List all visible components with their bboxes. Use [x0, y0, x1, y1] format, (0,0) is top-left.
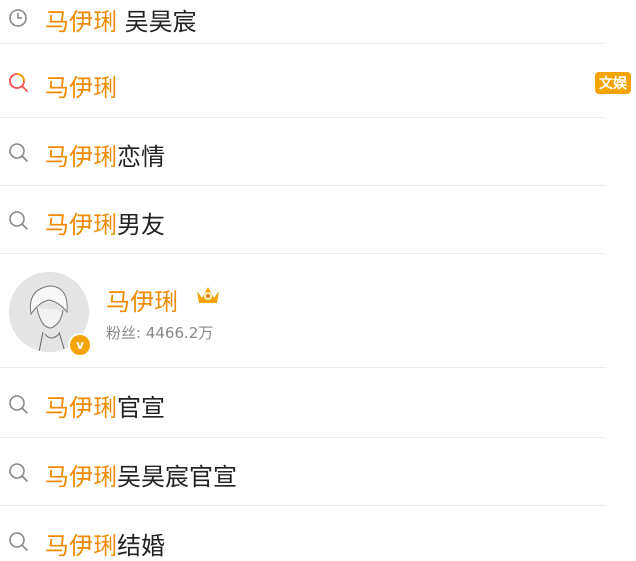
follower-count: 粉丝: 4466.2万	[106, 324, 214, 342]
query-highlight: 马伊琍	[45, 394, 117, 422]
category-badge: 文娱	[595, 72, 631, 94]
suggestion-text: 马伊琍 吴昊宸	[45, 2, 197, 37]
user-name[interactable]: 马伊琍	[106, 282, 178, 317]
suggestion-text: 马伊琍结婚	[45, 526, 165, 561]
suggestion-rest: 官宣	[117, 394, 165, 422]
suggestion-row-history[interactable]: 马伊琍 吴昊宸	[0, 0, 606, 44]
suggestion-rest: 吴昊宸	[117, 8, 197, 36]
query-highlight: 马伊琍	[45, 74, 117, 102]
vip-crown-icon	[197, 287, 219, 303]
search-icon	[9, 211, 28, 230]
suggestion-row[interactable]: 马伊琍官宣	[0, 368, 606, 438]
suggestion-rest: 吴昊宸官宣	[117, 463, 237, 491]
suggestion-text: 马伊琍男友	[45, 205, 165, 240]
history-clock-icon	[9, 9, 27, 27]
suggestion-row[interactable]: 马伊琍恋情	[0, 118, 606, 186]
suggestion-row[interactable]: 马伊琍男友	[0, 186, 606, 254]
suggestion-row[interactable]: 马伊琍吴昊宸官宣	[0, 438, 606, 506]
query-highlight: 马伊琍	[45, 463, 117, 491]
suggestion-rest: 男友	[117, 211, 165, 239]
search-icon	[9, 143, 28, 162]
suggestion-row-hot[interactable]: 马伊琍	[0, 44, 606, 118]
suggestion-text: 马伊琍恋情	[45, 137, 165, 172]
search-icon	[9, 532, 28, 551]
search-icon	[9, 463, 28, 482]
suggestion-row[interactable]: 马伊琍结婚	[0, 506, 606, 561]
query-highlight: 马伊琍	[45, 8, 117, 36]
search-icon	[9, 395, 28, 414]
suggestion-text: 马伊琍吴昊宸官宣	[45, 457, 237, 492]
suggestion-rest: 恋情	[117, 143, 165, 171]
query-highlight: 马伊琍	[45, 532, 117, 560]
verified-badge: v	[68, 333, 92, 357]
hot-search-icon	[9, 73, 28, 92]
search-suggestion-list: 马伊琍 吴昊宸 马伊琍 文娱 马伊琍恋情 马伊琍男友 v 马伊琍 粉丝: 446…	[0, 0, 636, 561]
divider	[0, 253, 606, 254]
suggestion-rest: 结婚	[117, 532, 165, 560]
suggestion-text: 马伊琍	[45, 68, 117, 103]
query-highlight: 马伊琍	[45, 211, 117, 239]
query-highlight: 马伊琍	[45, 143, 117, 171]
user-result-card[interactable]: v 马伊琍 粉丝: 4466.2万	[0, 258, 606, 368]
suggestion-text: 马伊琍官宣	[45, 388, 165, 423]
